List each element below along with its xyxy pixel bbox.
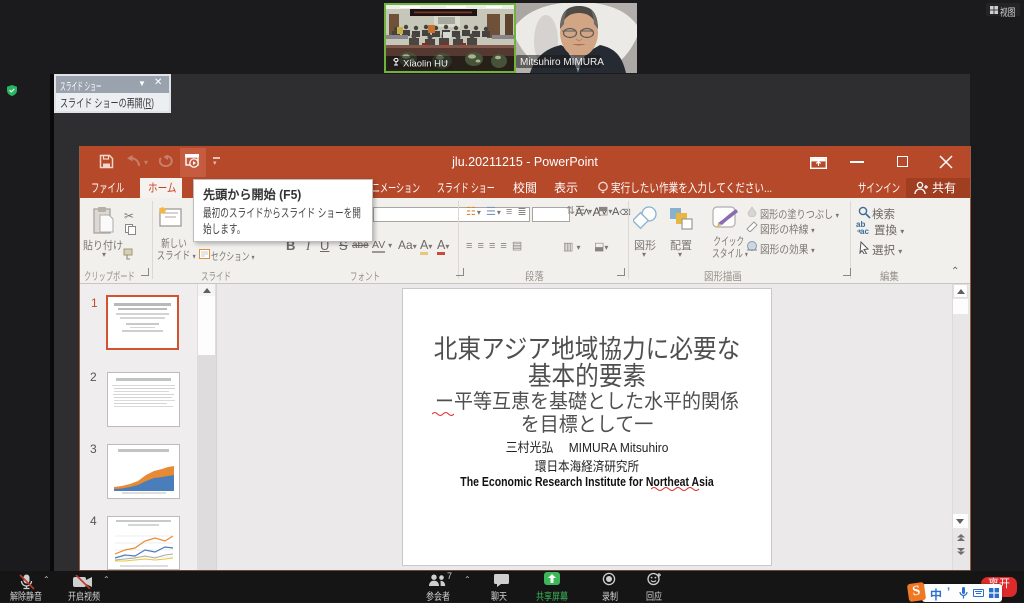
svg-text:Mitsuhiro MIMURA: Mitsuhiro MIMURA [520,57,604,68]
svg-text:ac: ac [860,227,869,234]
svg-text:Xiaolin HU: Xiaolin HU [403,59,448,70]
